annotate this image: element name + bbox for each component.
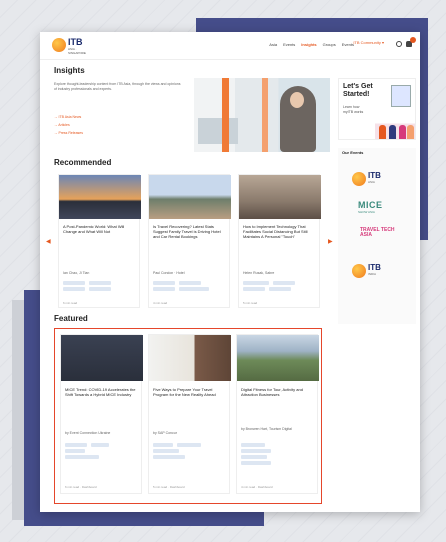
section-title-featured: Featured <box>54 314 88 323</box>
intro-text: Explore thought-leadership content from … <box>54 82 181 91</box>
featured-card[interactable]: MICE Trend: COVID-19 Accelerates the Shi… <box>60 334 143 494</box>
events-panel: Our Events ITB ASIA MICE SHOW ASIA TRAVE… <box>338 148 416 324</box>
event-logo-itb-asia[interactable]: ITB ASIA <box>352 170 402 188</box>
chevron-right-icon[interactable]: ▶ <box>328 238 333 245</box>
nav-link-active[interactable]: Insights <box>301 42 316 47</box>
card-image <box>149 335 231 381</box>
search-icon[interactable] <box>396 41 402 47</box>
website-screenshot: ITB ASIA · SINGAPORE Asia Events Insight… <box>40 32 420 512</box>
featured-card[interactable]: Digital Fitness for Tour, Activity and A… <box>236 334 319 494</box>
event-logo-itb-india[interactable]: ITB INDIA <box>352 262 402 280</box>
sun-logo-icon <box>352 172 366 186</box>
sun-logo-icon <box>52 38 66 52</box>
recommended-card[interactable]: How to Implement Technology That Facilit… <box>238 174 321 308</box>
hero-image <box>194 78 330 152</box>
recommended-card[interactable]: A Post-Pandemic World: What Will Change … <box>58 174 141 308</box>
insights-link[interactable]: → Articles <box>54 123 70 127</box>
top-nav: ITB ASIA · SINGAPORE Asia Events Insight… <box>40 32 420 60</box>
recommended-card[interactable]: Is Travel Recovering? Latest Stats Sugge… <box>148 174 231 308</box>
chevron-left-icon[interactable]: ◀ <box>46 238 51 245</box>
featured-card[interactable]: Five Ways to Prepare Your Travel Program… <box>148 334 231 494</box>
people-illustration <box>375 113 415 139</box>
page-title: Insights <box>54 66 85 75</box>
nav-link[interactable]: Asia <box>269 42 277 47</box>
nav-link[interactable]: Events <box>342 42 354 47</box>
sun-logo-icon <box>352 264 366 278</box>
card-image <box>149 175 231 219</box>
insights-link[interactable]: → ITB Asia News <box>54 115 81 119</box>
nav-links: Asia Events Insights Groups Events <box>269 42 354 47</box>
nav-link[interactable]: Events <box>283 42 295 47</box>
event-logo-travel-tech[interactable]: TRAVEL TECH ASIA <box>352 228 402 250</box>
card-image <box>237 335 319 381</box>
itb-logo[interactable]: ITB ASIA · SINGAPORE <box>52 37 90 55</box>
notification-badge <box>410 37 416 43</box>
card-image <box>59 175 141 219</box>
section-title-recommended: Recommended <box>54 158 112 167</box>
get-started-banner[interactable]: Let's Get Started! Learn how myITB works <box>338 78 416 140</box>
phone-illustration <box>391 85 411 107</box>
insights-link[interactable]: → Press Releases <box>54 131 83 135</box>
nav-link[interactable]: Groups <box>323 42 336 47</box>
card-image <box>239 175 321 219</box>
event-logo-mice[interactable]: MICE SHOW ASIA <box>352 200 402 218</box>
card-image <box>61 335 143 381</box>
community-menu[interactable]: ITB Community ▾ <box>353 40 384 45</box>
